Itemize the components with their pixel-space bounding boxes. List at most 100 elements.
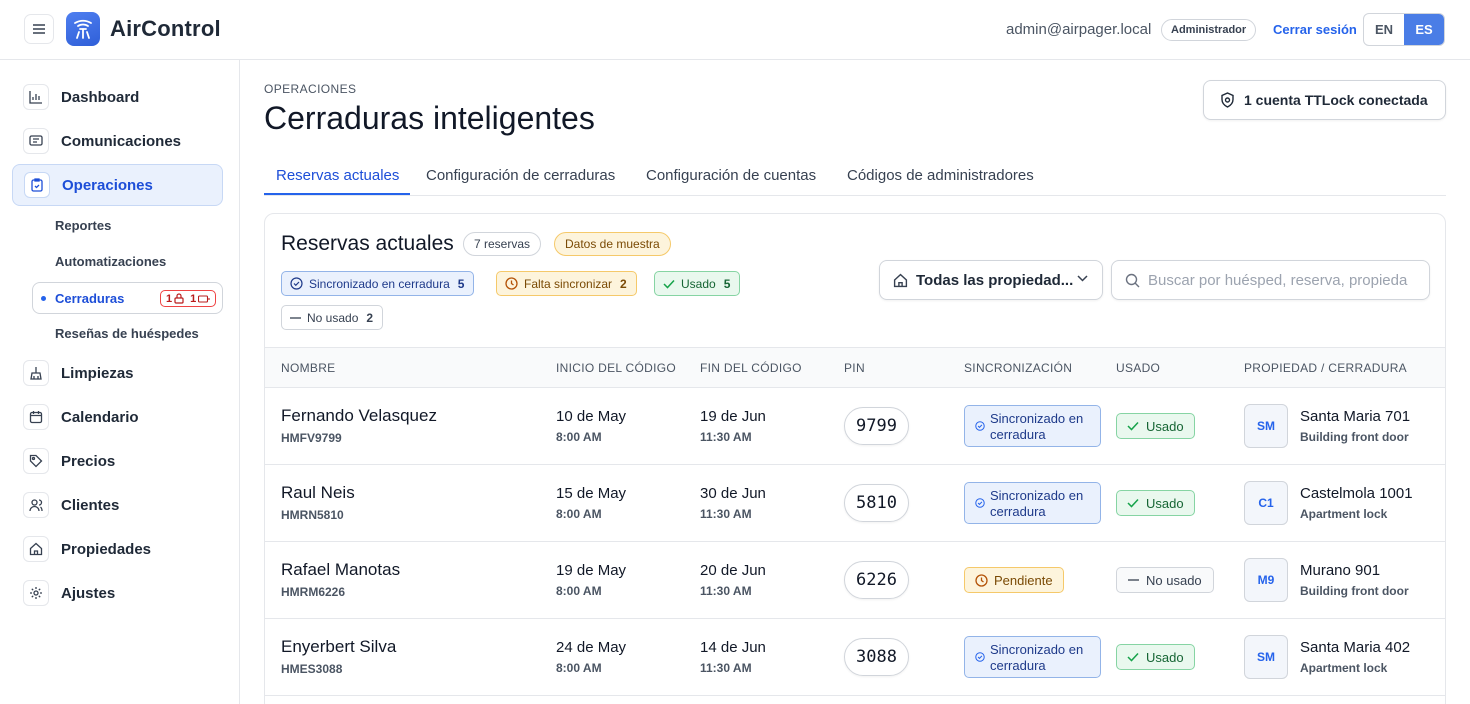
gear-icon [23, 580, 49, 606]
table-row[interactable]: Fernando Velasquez HMFV9799 10 de May 8:… [265, 388, 1445, 465]
sidebar-item-dashboard[interactable]: Dashboard [12, 76, 223, 118]
sidebar-item-operaciones[interactable]: Operaciones [12, 164, 223, 206]
broom-icon [23, 360, 49, 386]
lang-es-button[interactable]: ES [1404, 14, 1444, 45]
property-select[interactable]: Todas las propiedad... [879, 260, 1103, 300]
sidebar-subitem-resenas[interactable]: Reseñas de huéspedes [55, 326, 199, 341]
used-status-badge: Usado [1116, 490, 1195, 516]
end-time: 11:30 AM [700, 661, 752, 675]
sidebar-item-clientes[interactable]: Clientes [12, 484, 223, 526]
clock-icon [505, 277, 518, 290]
sidebar-subitem-automatizaciones[interactable]: Automatizaciones [55, 254, 166, 269]
column-header[interactable]: INICIO DEL CÓDIGO [556, 361, 676, 375]
pin-code[interactable]: 6226 [844, 561, 909, 599]
lock-name: Building front door [1300, 430, 1409, 444]
end-time: 11:30 AM [700, 507, 752, 521]
card-title: Reservas actuales [281, 232, 454, 255]
menu-button[interactable] [24, 14, 54, 44]
start-date: 15 de May [556, 485, 627, 502]
minus-icon [290, 316, 301, 319]
guest-name: Rafael Manotas [281, 560, 401, 579]
minus-icon [1128, 579, 1139, 581]
top-header: AirControl admin@airpager.local Administ… [0, 0, 1470, 60]
column-header[interactable]: PROPIEDAD / CERRADURA [1244, 361, 1407, 375]
filter-used-chip[interactable]: Usado 5 [654, 271, 741, 296]
ttlock-button-label: 1 cuenta TTLock conectada [1244, 92, 1428, 108]
property-name: Santa Maria 701 [1300, 408, 1411, 425]
sidebar-item-label: Operaciones [62, 176, 153, 194]
tab-configuracion-cerraduras[interactable]: Configuración de cerraduras [426, 167, 615, 184]
end-date: 20 de Jun [700, 562, 766, 579]
table-row[interactable]: Raul Neis HMRN5810 15 de May 8:00 AM 30 … [265, 465, 1445, 542]
filter-unused-chip[interactable]: No usado 2 [281, 305, 384, 330]
sidebar-item-limpiezas[interactable]: Limpiezas [12, 352, 223, 394]
tab-configuracion-cuentas[interactable]: Configuración de cuentas [646, 167, 816, 184]
home-icon [893, 273, 908, 288]
column-header[interactable]: USADO [1116, 361, 1160, 375]
search-input[interactable] [1148, 269, 1408, 291]
reservation-code: HMFV9799 [281, 431, 342, 445]
search-icon [1125, 273, 1140, 288]
check-icon [663, 279, 675, 289]
lock-alert-badge: 1 1 [160, 290, 217, 307]
reservation-code: HMES3088 [281, 662, 343, 676]
lang-en-button[interactable]: EN [1364, 14, 1404, 45]
locked-count: 1 [166, 292, 173, 305]
check-circle-icon [290, 277, 303, 290]
pin-code[interactable]: 3088 [844, 638, 909, 676]
message-icon [23, 128, 49, 154]
tab-codigos-administradores[interactable]: Códigos de administradores [847, 167, 1034, 184]
property-avatar: SM [1244, 404, 1288, 448]
sidebar-item-label: Ajustes [61, 584, 116, 602]
unused-status-badge: No usado [1116, 567, 1214, 593]
language-switch: EN ES [1363, 13, 1445, 46]
role-badge: Administrador [1161, 19, 1257, 41]
table-row[interactable]: Rafael Manotas HMRM6226 19 de May 8:00 A… [265, 542, 1445, 619]
ttlock-accounts-button[interactable]: 1 cuenta TTLock conectada [1203, 80, 1446, 120]
tab-reservas-actuales[interactable]: Reservas actuales [276, 167, 399, 184]
app-logo [66, 12, 100, 46]
battery-icon [198, 294, 210, 303]
end-date: 19 de Jun [700, 408, 766, 425]
users-icon [23, 492, 49, 518]
sync-status-label: Sincronizado en cerradura [990, 411, 1084, 442]
guest-name: Fernando Velasquez [281, 406, 437, 425]
table-header: NOMBRE INICIO DEL CÓDIGO FIN DEL CÓDIGO … [265, 347, 1445, 388]
filter-label: Sincronizado en cerradura [309, 276, 450, 291]
property-avatar: M9 [1244, 558, 1288, 602]
sidebar-subitem-cerraduras[interactable]: Cerraduras 1 1 [32, 282, 223, 314]
sidebar-subitem-reportes[interactable]: Reportes [55, 218, 111, 233]
sidebar-item-label: Calendario [61, 408, 139, 426]
filter-synced-chip[interactable]: Sincronizado en cerradura 5 [281, 271, 475, 296]
pin-code[interactable]: 5810 [844, 484, 909, 522]
sync-status-badge: Sincronizado en cerradura [964, 482, 1101, 524]
table-row[interactable]: Enyerbert Silva HMES3088 24 de May 8:00 … [265, 619, 1445, 696]
reservation-count-badge: 7 reservas [463, 232, 542, 256]
end-time: 11:30 AM [700, 584, 752, 598]
active-dot [41, 295, 46, 301]
sidebar-item-label: Precios [61, 452, 116, 470]
sidebar: Dashboard Comunicaciones Operaciones Rep… [0, 60, 240, 704]
column-header[interactable]: PIN [844, 361, 865, 375]
sidebar-item-propiedades[interactable]: Propiedades [12, 528, 223, 570]
logout-link[interactable]: Cerrar sesión [1273, 22, 1357, 37]
used-status-label: Usado [1146, 495, 1184, 511]
home-icon [23, 536, 49, 562]
battery-count: 1 [190, 292, 197, 305]
filter-count: 2 [366, 310, 374, 325]
sidebar-item-comunicaciones[interactable]: Comunicaciones [12, 120, 223, 162]
column-header[interactable]: FIN DEL CÓDIGO [700, 361, 802, 375]
sidebar-item-label: Clientes [61, 496, 120, 514]
filter-missing-chip[interactable]: Falta sincronizar 2 [496, 271, 637, 296]
start-date: 24 de May [556, 639, 627, 656]
column-header[interactable]: NOMBRE [281, 361, 335, 375]
pin-code[interactable]: 9799 [844, 407, 909, 445]
check-circle-icon [975, 498, 985, 508]
used-status-badge: Usado [1116, 413, 1195, 439]
start-date: 19 de May [556, 562, 627, 579]
column-header[interactable]: SINCRONIZACIÓN [964, 361, 1072, 375]
sidebar-item-calendario[interactable]: Calendario [12, 396, 223, 438]
app-title: AirControl [110, 16, 221, 41]
sidebar-item-precios[interactable]: Precios [12, 440, 223, 482]
sidebar-item-ajustes[interactable]: Ajustes [12, 572, 223, 614]
